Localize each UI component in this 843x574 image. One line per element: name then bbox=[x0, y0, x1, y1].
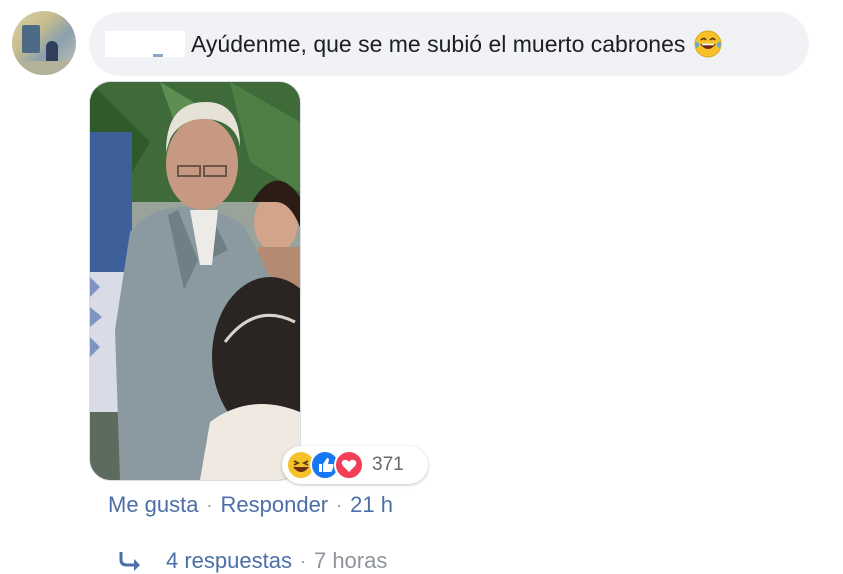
comment-bubble: Ayúdenme, que se me subió el muerto cabr… bbox=[89, 12, 809, 76]
reply-button[interactable]: Responder bbox=[221, 492, 329, 518]
comment-actions: Me gusta · Responder · 21 h bbox=[108, 492, 393, 518]
view-replies-link[interactable]: 4 respuestas · 7 horas bbox=[118, 548, 387, 574]
reactions-summary[interactable]: 371 bbox=[282, 446, 428, 484]
separator-dot: · bbox=[206, 494, 213, 515]
replies-timestamp: 7 horas bbox=[313, 548, 388, 573]
reaction-count: 371 bbox=[372, 454, 404, 475]
love-icon bbox=[334, 450, 364, 480]
like-button[interactable]: Me gusta bbox=[108, 492, 199, 518]
comment-photo[interactable] bbox=[89, 81, 301, 481]
reply-arrow-icon bbox=[119, 552, 140, 571]
comment-text: Ayúdenme, que se me subió el muerto cabr… bbox=[191, 30, 686, 57]
separator-dot: · bbox=[299, 550, 306, 571]
comment-timestamp[interactable]: 21 h bbox=[350, 492, 393, 518]
replies-count-label[interactable]: 4 respuestas bbox=[166, 548, 292, 574]
commenter-name-redacted[interactable] bbox=[105, 31, 185, 57]
separator-dot: · bbox=[336, 494, 343, 515]
laughing-tears-emoji-icon bbox=[693, 29, 723, 59]
commenter-avatar[interactable] bbox=[12, 11, 76, 75]
